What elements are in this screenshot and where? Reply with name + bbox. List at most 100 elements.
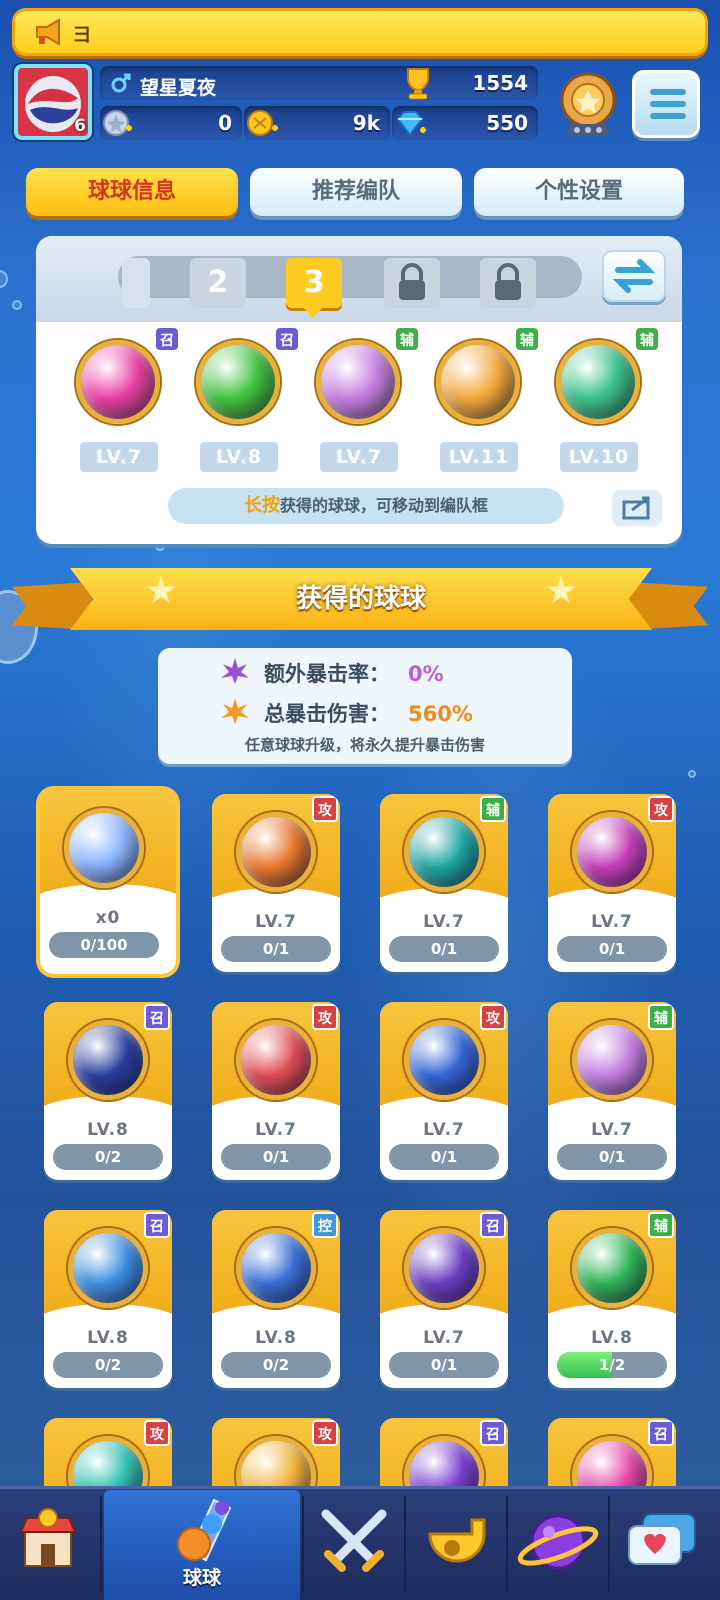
crossed-swords-icon	[321, 1509, 387, 1572]
tip-highlight: 长按	[243, 495, 280, 516]
ball-card[interactable]: 辅 LV.7 0/1	[380, 794, 508, 972]
upgrade-progress-bar: 1/2	[557, 1352, 667, 1378]
tab-personal-settings[interactable]: 个性设置	[474, 168, 684, 216]
team-ball-1[interactable]	[76, 340, 160, 424]
ball-type-badge: 召	[274, 326, 300, 352]
nav-balls[interactable]: 球球	[104, 1490, 300, 1600]
ball-level: LV.7	[591, 1120, 633, 1140]
ball-card[interactable]: 辅 LV.8 1/2	[548, 1210, 676, 1388]
balls-tube-icon	[177, 1498, 232, 1562]
menu-icon	[650, 113, 686, 119]
progress-text: 1/2	[598, 1356, 626, 1374]
progress-text: 0/1	[598, 940, 626, 958]
stamina-bar[interactable]: 0	[100, 106, 242, 140]
ball-card[interactable]: 召 LV.7 0/1	[380, 1210, 508, 1388]
nav-battle[interactable]	[306, 1490, 402, 1600]
crit-damage-label: 总暴击伤害：	[264, 702, 390, 726]
ball-card[interactable]: 控 LV.8 0/2	[212, 1210, 340, 1388]
ball-level: LV.7	[255, 912, 297, 932]
nav-separator	[608, 1496, 610, 1592]
coin-icon	[247, 110, 278, 136]
ball-card[interactable]: 攻 LV.7 0/1	[380, 1002, 508, 1180]
ball-card[interactable]: 攻 LV.7 0/1	[212, 794, 340, 972]
ball-type-badge: 攻	[648, 796, 674, 822]
nav-shop[interactable]	[0, 1490, 96, 1600]
stamina-icon	[103, 110, 132, 136]
ball-card[interactable]: 攻 LV.7 0/1	[212, 1002, 340, 1180]
ball-type-badge: 辅	[648, 1212, 674, 1238]
upgrade-progress-bar: 0/1	[557, 1144, 667, 1170]
rank-medal-icon[interactable]	[555, 70, 621, 140]
team-slot-2[interactable]: 2	[190, 258, 246, 308]
ball-type-badge: 召	[144, 1212, 170, 1238]
ball-icon	[68, 1020, 148, 1100]
swap-team-button[interactable]	[602, 250, 666, 302]
lock-icon	[495, 263, 521, 300]
ball-type-badge: 召	[648, 1420, 674, 1446]
team-ball-5[interactable]	[556, 340, 640, 424]
tab-ball-info[interactable]: 球球信息	[26, 168, 238, 216]
team-slot-4-locked[interactable]	[384, 258, 440, 308]
ball-icon	[68, 1228, 148, 1308]
bubble-decoration	[688, 770, 696, 778]
ball-level: LV.8	[87, 1328, 129, 1348]
upgrade-progress-bar: 0/1	[389, 1144, 499, 1170]
whistle-icon	[428, 1518, 486, 1563]
player-avatar[interactable]: 6	[14, 64, 92, 140]
upgrade-progress-bar: 0/2	[53, 1144, 163, 1170]
team-slot-5-locked[interactable]	[480, 258, 536, 308]
ball-icon	[236, 1228, 316, 1308]
ball-type-badge: 辅	[480, 796, 506, 822]
team-slot-3[interactable]: 3	[286, 258, 342, 308]
progress-text: 0/2	[262, 1356, 290, 1374]
progress-text: 0/2	[94, 1356, 122, 1374]
nav-social[interactable]	[616, 1490, 712, 1600]
ball-card[interactable]: 召 LV.8 0/2	[44, 1002, 172, 1180]
team-slot-1[interactable]: 1	[122, 258, 150, 308]
team-ball-level: LV.7	[320, 442, 398, 472]
ball-type-badge: 攻	[144, 1420, 170, 1446]
ball-icon	[404, 1020, 484, 1100]
tip-text: 获得的球球，可移动到编队框	[279, 496, 488, 515]
upgrade-progress-bar: 0/100	[49, 932, 159, 958]
ball-type-badge: 攻	[312, 1004, 338, 1030]
ball-icon	[236, 812, 316, 892]
menu-icon	[650, 101, 686, 107]
team-ball-4[interactable]	[436, 340, 520, 424]
nav-coop[interactable]	[408, 1490, 504, 1600]
ball-type-badge: 辅	[514, 326, 540, 352]
ball-type-badge: 攻	[312, 796, 338, 822]
team-ball-level: LV.11	[440, 442, 518, 472]
gem-value: 550	[486, 111, 528, 135]
male-icon	[111, 73, 131, 93]
selected-slot-pointer	[302, 306, 324, 318]
team-ball-2[interactable]	[196, 340, 280, 424]
ball-level: LV.7	[423, 912, 465, 932]
upgrade-progress-bar: 0/2	[221, 1352, 331, 1378]
coin-bar[interactable]: 9k	[244, 106, 390, 140]
ball-type-badge: 辅	[648, 1004, 674, 1030]
ball-level: LV.8	[591, 1328, 633, 1348]
menu-icon	[650, 89, 686, 95]
progress-text: 0/1	[262, 1148, 290, 1166]
crit-damage-icon	[221, 698, 249, 724]
ball-card[interactable]: 辅 LV.7 0/1	[548, 1002, 676, 1180]
ball-card[interactable]: 攻 LV.7 0/1	[548, 794, 676, 972]
ball-level: LV.7	[423, 1120, 465, 1140]
ball-icon	[572, 1020, 652, 1100]
ball-card[interactable]: 召 LV.8 0/2	[44, 1210, 172, 1388]
menu-button[interactable]	[632, 70, 700, 138]
nav-planet[interactable]	[510, 1490, 606, 1600]
gem-bar[interactable]: 550	[392, 106, 538, 140]
team-ball-3[interactable]	[316, 340, 400, 424]
wildcard-ball-card[interactable]: x0 0/100	[40, 790, 176, 974]
share-button[interactable]	[612, 490, 662, 526]
upgrade-progress-bar: 0/1	[389, 1352, 499, 1378]
tab-recommended-team[interactable]: 推荐编队	[250, 168, 462, 216]
nav-separator	[404, 1496, 406, 1592]
announcement-text: 彐	[73, 25, 91, 46]
ball-type-badge: 攻	[480, 1004, 506, 1030]
announcement-bar[interactable]: 彐	[12, 8, 708, 56]
planet-icon	[517, 1514, 599, 1570]
coin-value: 9k	[352, 111, 380, 135]
